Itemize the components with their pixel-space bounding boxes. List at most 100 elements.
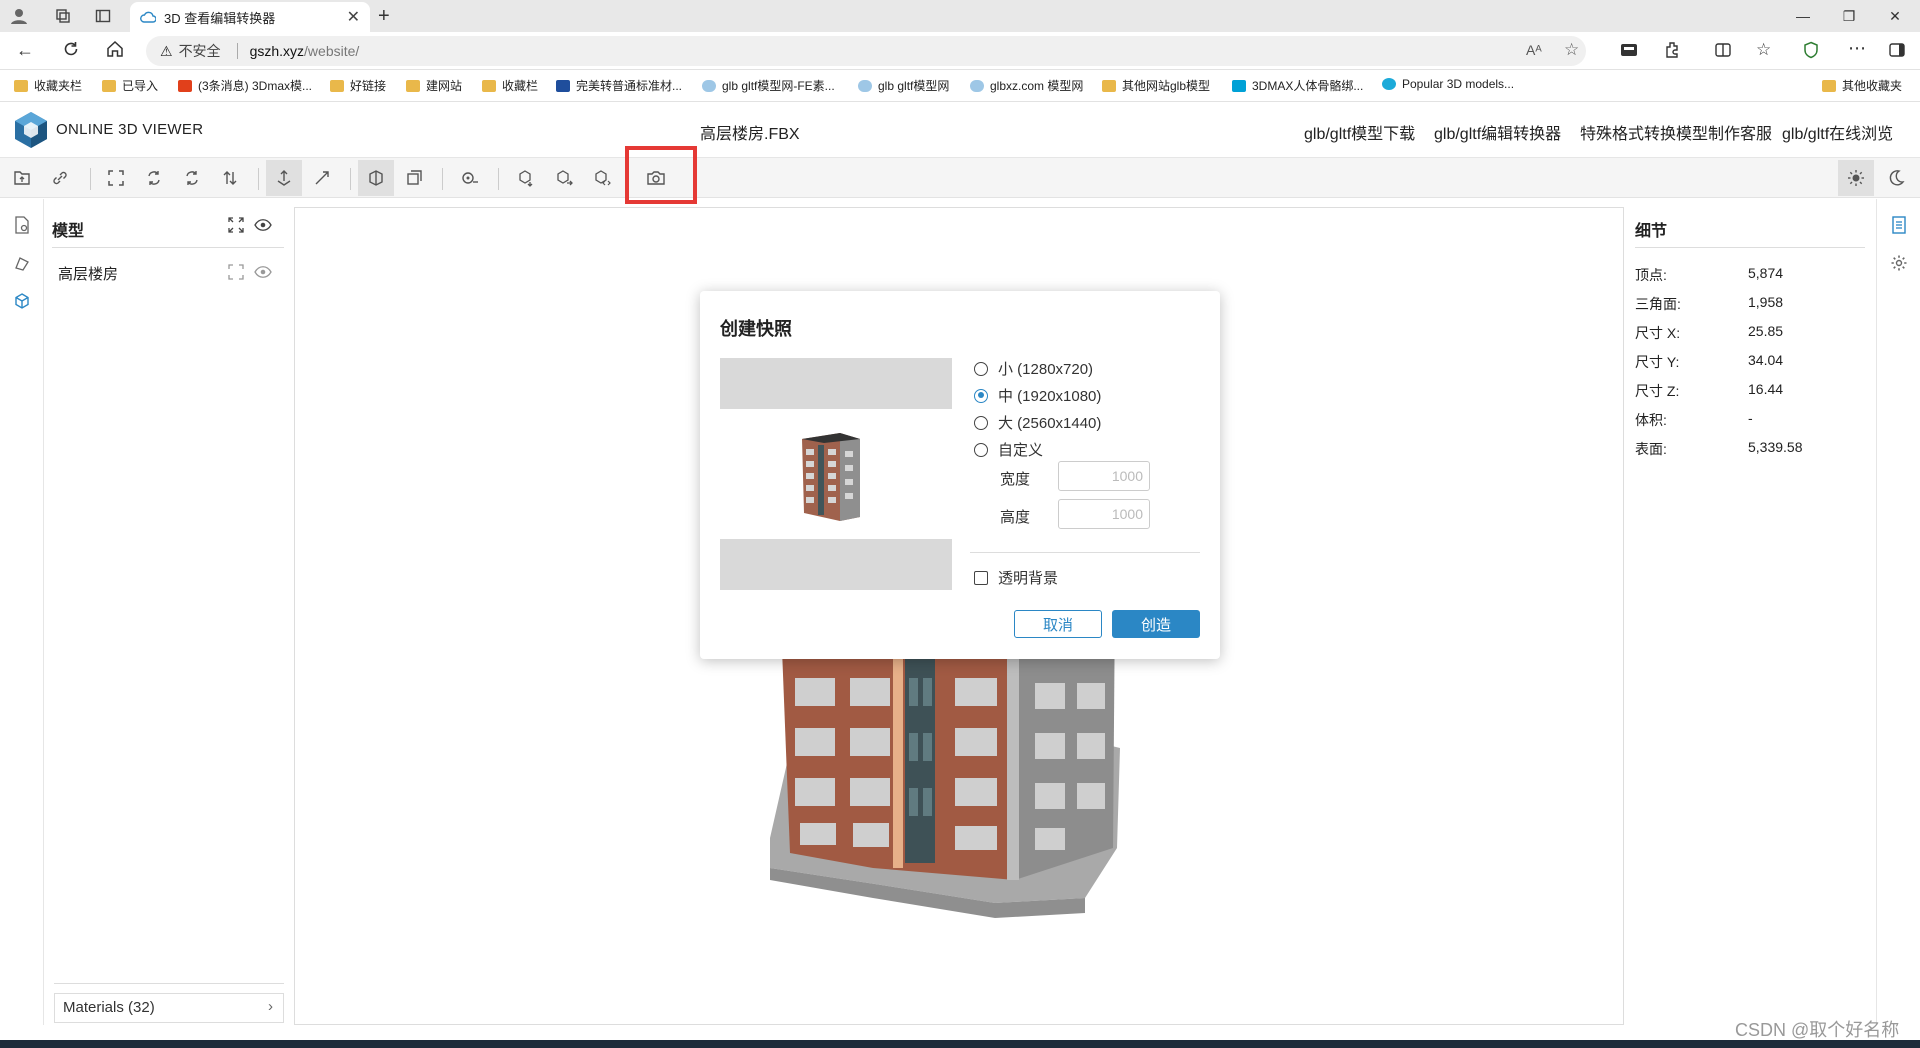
bookmark-item[interactable]: Popular 3D models... [1382,77,1514,91]
more-icon[interactable]: ⋯ [1848,38,1866,59]
favorites-icon[interactable]: ☆ [1756,40,1771,60]
materials-section[interactable]: Materials (32) › [54,993,284,1023]
perspective-camera-icon[interactable] [358,160,394,196]
new-tab-button[interactable]: + [378,5,390,28]
size-option-small[interactable]: 小 (1280x720) [974,358,1093,379]
bookmark-item[interactable]: 完美转普通标准材... [556,77,682,94]
refresh-button[interactable] [62,40,80,58]
file-details-icon[interactable] [12,215,32,235]
bookmark-item[interactable]: 好链接 [330,77,386,94]
collections-icon[interactable] [1620,42,1638,58]
security-label[interactable]: 不安全 [179,41,221,61]
bookmarks-bar: 收藏夹栏 已导入 (3条消息) 3Dmax模... 好链接 建网站 收藏栏 完美… [0,70,1920,102]
cancel-button[interactable]: 取消 [1014,610,1102,638]
cloud-icon [858,79,872,92]
measure-icon[interactable] [452,160,488,196]
set-up-y-icon[interactable] [136,160,172,196]
bookmark-item[interactable]: 建网站 [406,77,462,94]
extensions-icon[interactable] [1664,41,1682,59]
radio-small[interactable] [974,361,988,376]
back-button[interactable]: ← [16,40,34,61]
snapshot-preview [720,358,952,590]
dialog-title: 创建快照 [720,319,792,339]
app-logo[interactable] [12,110,50,150]
fit-all-icon[interactable] [228,217,244,233]
orthographic-camera-icon[interactable] [396,160,432,196]
split-screen-icon[interactable] [1714,41,1732,59]
embed-icon[interactable] [584,160,620,196]
bookmark-item[interactable]: 其他网站glb模型 [1102,77,1210,94]
restore-button[interactable]: ❐ [1826,4,1872,28]
share-icon[interactable] [546,160,582,196]
width-input[interactable]: 1000 [1058,461,1150,491]
os-taskbar [0,1040,1920,1048]
size-option-medium[interactable]: 中 (1920x1080) [974,385,1101,406]
bookmark-item[interactable]: (3条消息) 3Dmax模... [178,77,312,94]
bookmark-item[interactable]: glb gltf模型网 [858,77,949,94]
link-editor-converter[interactable]: glb/gltf编辑转换器 [1434,120,1561,144]
open-url-icon[interactable] [42,160,78,196]
size-option-large[interactable]: 大 (2560x1440) [974,412,1101,433]
dark-mode-icon[interactable] [1878,160,1914,196]
csdn-icon [178,79,192,92]
create-button[interactable]: 创造 [1112,610,1200,638]
warning-icon[interactable]: ⚠ [160,43,173,60]
bookmark-item[interactable]: glb gltf模型网-FE素... [702,77,835,94]
light-mode-icon[interactable] [1838,160,1874,196]
model-panel: 模型 高层楼房 Materials (32) › [44,199,294,1025]
fit-item-icon[interactable] [228,264,244,280]
folder-icon [102,79,116,92]
minimize-button[interactable]: — [1780,4,1826,28]
browser-essentials-icon[interactable] [1802,41,1820,59]
link-model-download[interactable]: glb/gltf模型下载 [1304,120,1415,144]
close-window-button[interactable]: ✕ [1872,4,1918,28]
width-label: 宽度 [1000,471,1031,488]
tab-actions-icon[interactable] [92,6,114,26]
settings-gear-icon[interactable] [1889,253,1909,273]
open-file-icon[interactable] [4,160,40,196]
height-label: 高度 [1000,509,1031,526]
size-option-custom[interactable]: 自定义 [974,439,1043,460]
profile-icon[interactable] [8,6,30,26]
folder-icon [1822,79,1836,92]
bookmark-item[interactable]: 3DMAX人体骨骼绑... [1232,77,1363,94]
radio-medium-selected[interactable] [974,388,988,403]
transparent-background-option[interactable]: 透明背景 [974,567,1058,588]
height-input[interactable]: 1000 [1058,499,1150,529]
address-bar-row: ← ⚠ 不安全 gszh.xyz/website/ Aᴬ ☆ ☆ ⋯ [0,32,1920,70]
sidebar-toggle-icon[interactable] [1888,41,1906,59]
link-online-viewer[interactable]: glb/gltf在线浏览 [1782,120,1893,144]
chevron-right-icon: › [268,998,273,1015]
read-aloud-icon[interactable]: Aᴬ [1526,42,1542,58]
workspaces-icon[interactable] [52,6,74,26]
bookmark-item[interactable]: 收藏栏 [482,77,538,94]
set-up-z-icon[interactable] [174,160,210,196]
radio-large[interactable] [974,415,988,430]
eye-icon[interactable] [254,218,272,232]
tree-item-model[interactable]: 高层楼房 [58,263,118,284]
fixed-up-vector-icon[interactable] [266,160,302,196]
bookmark-other-favorites[interactable]: 其他收藏夹 [1822,77,1902,94]
bookmark-item[interactable]: glbxz.com 模型网 [970,77,1083,94]
transparent-checkbox[interactable] [974,570,988,585]
edges-icon[interactable] [12,253,32,273]
snapshot-highlight-box [625,146,697,204]
url-field[interactable]: ⚠ 不安全 gszh.xyz/website/ Aᴬ ☆ [146,36,1586,66]
preview-building-image [802,433,860,521]
item-eye-icon[interactable] [254,265,272,279]
bookmark-item[interactable]: 收藏夹栏 [14,77,82,94]
export-icon[interactable] [508,160,544,196]
radio-custom[interactable] [974,442,988,457]
browser-tab-active[interactable]: 3D 查看编辑转换器 ✕ [130,2,370,32]
close-tab-icon[interactable]: ✕ [347,7,360,27]
model-icon[interactable] [12,291,32,311]
favorite-star-icon[interactable]: ☆ [1564,40,1579,60]
flip-up-icon[interactable] [212,160,248,196]
fit-to-window-icon[interactable] [98,160,134,196]
details-tab-icon[interactable] [1889,215,1909,235]
bookmark-item[interactable]: 已导入 [102,77,158,94]
right-rail [1876,199,1920,1025]
home-button[interactable] [106,40,124,58]
link-custom-service[interactable]: 特殊格式转换模型制作客服 [1580,120,1772,144]
free-orbit-icon[interactable] [304,160,340,196]
